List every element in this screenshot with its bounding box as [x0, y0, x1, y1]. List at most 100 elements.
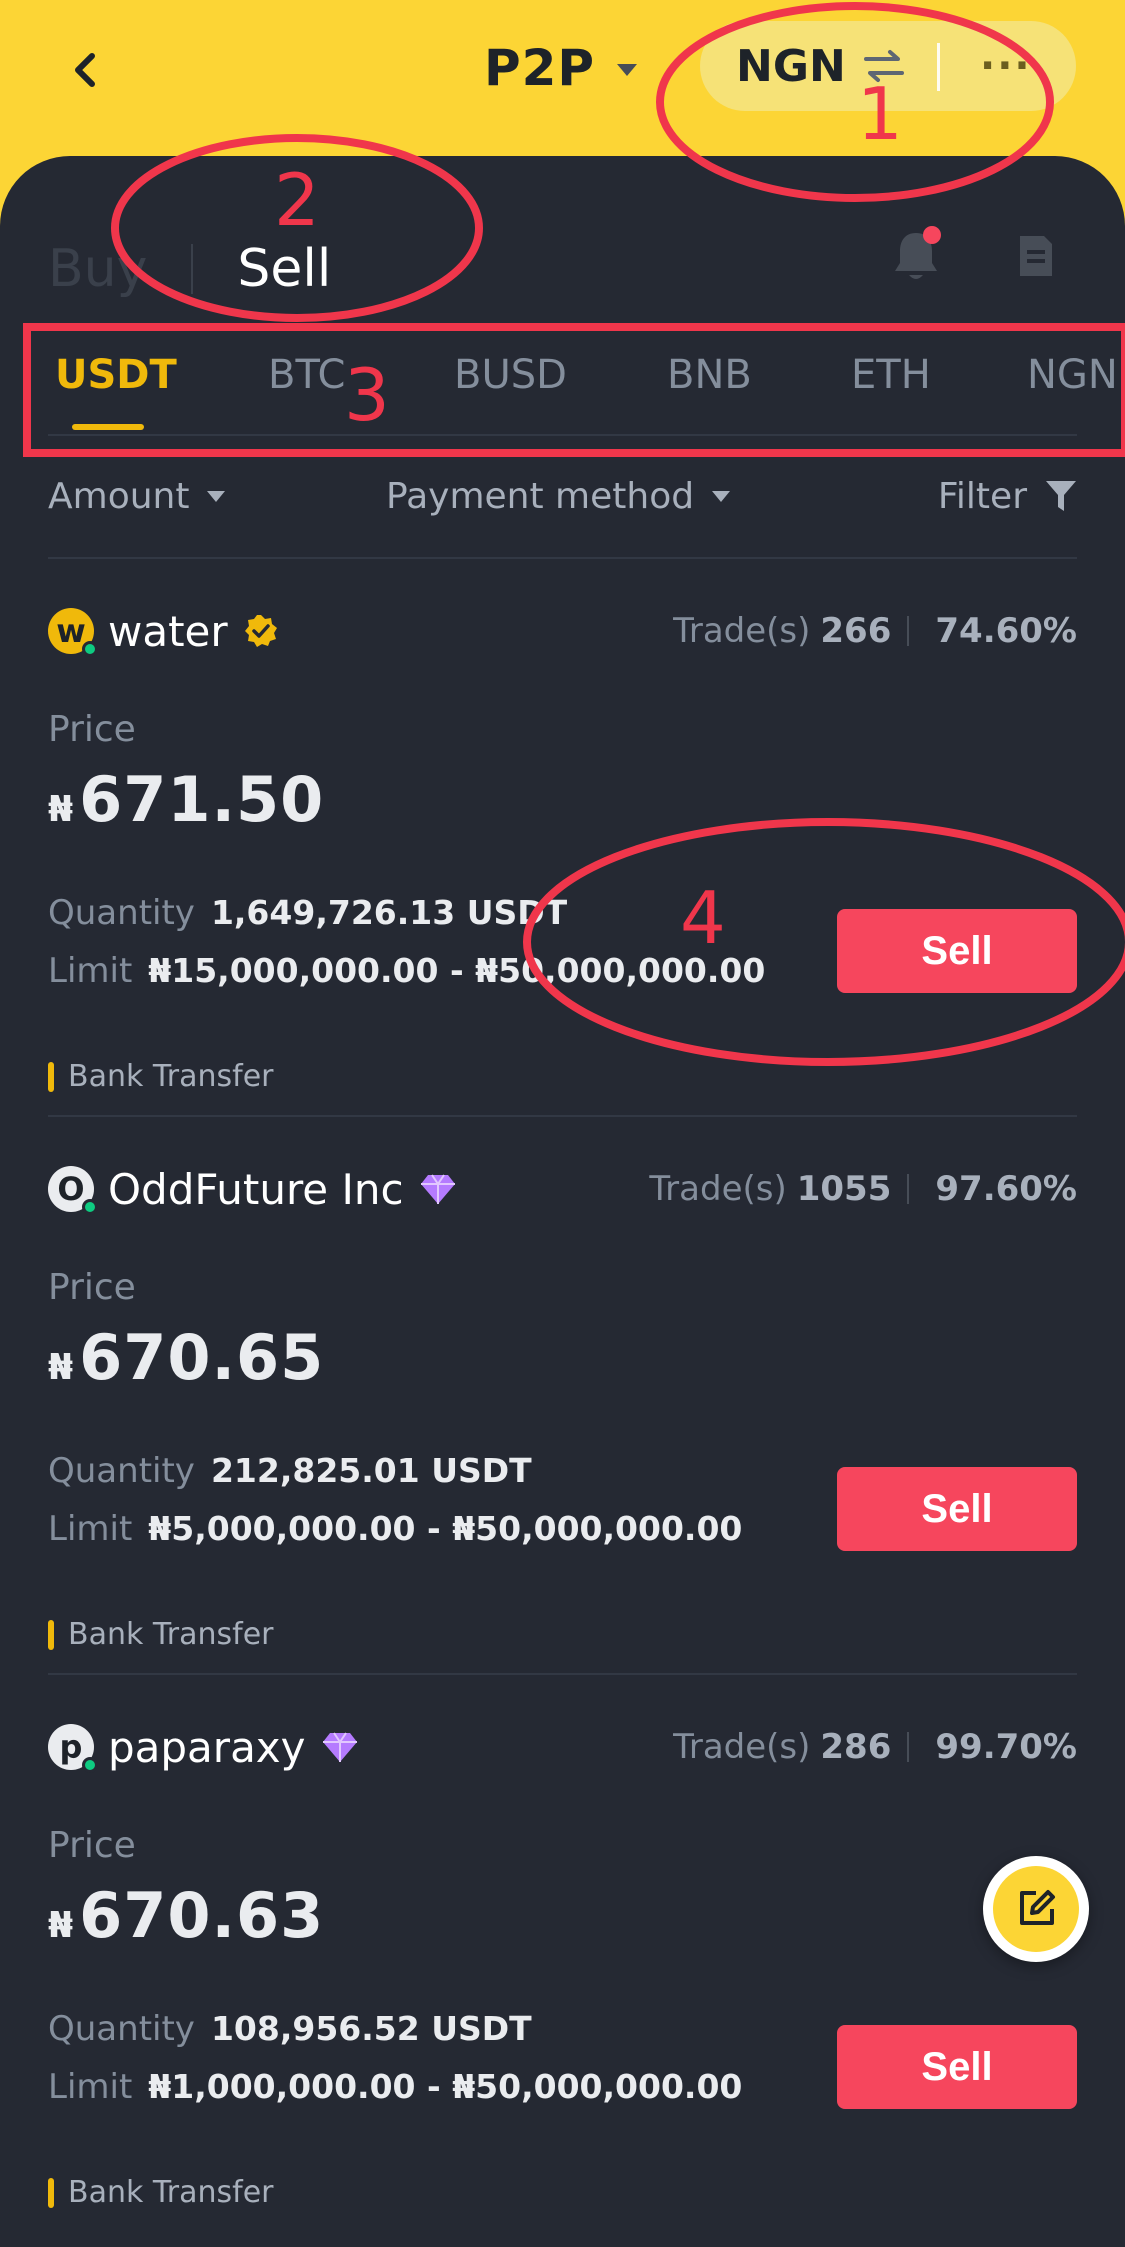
- price-label: Price: [48, 1825, 136, 1866]
- completion-rate: 97.60%: [935, 1169, 1077, 1209]
- tab-busd[interactable]: BUSD: [454, 352, 567, 398]
- limit-label: Limit: [48, 951, 133, 991]
- payment-method-tag: Bank Transfer: [48, 1617, 274, 1652]
- back-button[interactable]: [55, 40, 115, 100]
- trade-stats: Trade(s) 286 99.70%: [673, 1715, 1077, 1779]
- naira-symbol: ₦: [48, 789, 74, 830]
- edit-icon: [1020, 1890, 1055, 1925]
- more-options-button[interactable]: ···: [980, 21, 1032, 111]
- tab-btc[interactable]: BTC: [268, 352, 345, 398]
- payment-method-label: Payment method: [386, 475, 695, 517]
- annotation-label-2: 2: [274, 158, 320, 242]
- funnel-icon: [1046, 481, 1076, 511]
- page-title: P2P: [484, 38, 596, 97]
- trades-label: Trade(s): [673, 1727, 811, 1767]
- post-ad-button[interactable]: [983, 1856, 1089, 1962]
- annotation-label-4: 4: [680, 876, 726, 960]
- filter-button[interactable]: Filter: [938, 476, 1077, 517]
- tab-sell[interactable]: Sell: [237, 239, 331, 299]
- payment-method-tag: Bank Transfer: [48, 2175, 274, 2210]
- price-value: 670.63: [79, 1879, 325, 1952]
- limit-label: Limit: [48, 1509, 133, 1549]
- sell-button[interactable]: Sell: [837, 2025, 1077, 2109]
- tab-buy[interactable]: Buy: [48, 239, 147, 299]
- limit-row: Limit ₦15,000,000.00 - ₦50,000,000.00: [48, 951, 765, 991]
- limit-value: ₦15,000,000.00 - ₦50,000,000.00: [148, 951, 766, 990]
- quantity-label: Quantity: [48, 2009, 195, 2049]
- caret-down-icon: [617, 63, 638, 76]
- payment-method-name: Bank Transfer: [68, 1059, 274, 1094]
- pill-divider: [937, 43, 940, 91]
- quantity-row: Quantity 1,649,726.13 USDT: [48, 893, 567, 933]
- avatar[interactable]: w: [48, 608, 98, 657]
- caret-down-icon: [207, 490, 226, 502]
- chevron-left-icon: [75, 53, 95, 87]
- price-label: Price: [48, 709, 136, 750]
- side-tab-divider: [191, 243, 194, 294]
- price-label: Price: [48, 1267, 136, 1308]
- diamond-badge-icon: [420, 1173, 456, 1205]
- advertiser-row: p paparaxy Trade(s) 286 99.70%: [48, 1715, 1077, 1779]
- advertiser-name[interactable]: water: [108, 607, 228, 656]
- limit-label: Limit: [48, 2067, 133, 2107]
- page-title-dropdown[interactable]: P2P: [484, 30, 638, 105]
- naira-symbol: ₦: [48, 1905, 74, 1946]
- price: ₦ 670.63: [48, 1879, 324, 1952]
- completion-rate: 99.70%: [935, 1727, 1077, 1767]
- annotation-label-3: 3: [344, 353, 390, 437]
- quantity-row: Quantity 108,956.52 USDT: [48, 2009, 532, 2049]
- online-status-dot: [82, 1199, 98, 1215]
- amount-filter[interactable]: Amount: [48, 475, 226, 517]
- advertiser-row: w water Trade(s) 266 74.60%: [48, 599, 1077, 663]
- top-bar: P2P NGN ···: [0, 0, 1125, 160]
- tab-eth[interactable]: ETH: [851, 352, 931, 398]
- limit-row: Limit ₦1,000,000.00 - ₦50,000,000.00: [48, 2067, 742, 2107]
- payment-color-bar: [48, 1619, 54, 1650]
- sell-button[interactable]: Sell: [837, 1467, 1077, 1551]
- avatar[interactable]: O: [48, 1166, 98, 1215]
- notifications-button[interactable]: [887, 224, 945, 288]
- avatar-initial: w: [56, 612, 86, 650]
- ad-card: p paparaxy Trade(s) 286 99.70% Price ₦ 6…: [48, 1675, 1077, 2233]
- header-icons: [887, 224, 1065, 288]
- naira-symbol: ₦: [48, 1347, 74, 1388]
- more-dots-icon: ···: [980, 43, 1032, 89]
- document-icon: [1020, 236, 1052, 276]
- quantity-value: 108,956.52 USDT: [210, 2009, 532, 2048]
- ad-card: O OddFuture Inc Trade(s) 1055 97.60% Pri…: [48, 1117, 1077, 1675]
- tab-ngn[interactable]: NGN: [1027, 352, 1118, 398]
- online-status-dot: [82, 1757, 98, 1773]
- orders-button[interactable]: [1007, 224, 1065, 288]
- quantity-label: Quantity: [48, 893, 195, 933]
- trades-label: Trade(s): [673, 611, 811, 651]
- tab-usdt[interactable]: USDT: [55, 352, 177, 398]
- trade-stats: Trade(s) 1055 97.60%: [649, 1157, 1077, 1221]
- advertiser-row: O OddFuture Inc Trade(s) 1055 97.60%: [48, 1157, 1077, 1221]
- amount-filter-label: Amount: [48, 475, 190, 517]
- payment-color-bar: [48, 1061, 54, 1092]
- advertiser-name[interactable]: OddFuture Inc: [108, 1165, 404, 1214]
- trades-label: Trade(s): [649, 1169, 787, 1209]
- active-tab-indicator: [72, 424, 144, 430]
- quantity-label: Quantity: [48, 1451, 195, 1491]
- tabs-divider: [48, 434, 1077, 436]
- quantity-value: 1,649,726.13 USDT: [210, 893, 568, 932]
- payment-method-name: Bank Transfer: [68, 1617, 274, 1652]
- price: ₦ 671.50: [48, 763, 324, 836]
- limit-value: ₦5,000,000.00 - ₦50,000,000.00: [148, 1509, 743, 1548]
- sell-button[interactable]: Sell: [837, 909, 1077, 993]
- advertiser-name[interactable]: paparaxy: [108, 1723, 306, 1772]
- avatar-initial: p: [59, 1728, 83, 1766]
- verified-badge-icon: [244, 614, 278, 648]
- filter-bar: Amount Payment method Filter: [48, 456, 1077, 536]
- avatar[interactable]: p: [48, 1724, 98, 1773]
- online-status-dot: [82, 641, 98, 657]
- tab-bnb[interactable]: BNB: [667, 352, 752, 398]
- quantity-value: 212,825.01 USDT: [210, 1451, 532, 1490]
- caret-down-icon: [712, 490, 731, 502]
- crypto-tabs: USDT BTC BUSD BNB ETH NGN: [0, 334, 1125, 436]
- limit-row: Limit ₦5,000,000.00 - ₦50,000,000.00: [48, 1509, 742, 1549]
- payment-method-filter[interactable]: Payment method: [386, 475, 731, 517]
- annotation-label-1: 1: [857, 72, 903, 156]
- trades-count: 266: [820, 611, 892, 651]
